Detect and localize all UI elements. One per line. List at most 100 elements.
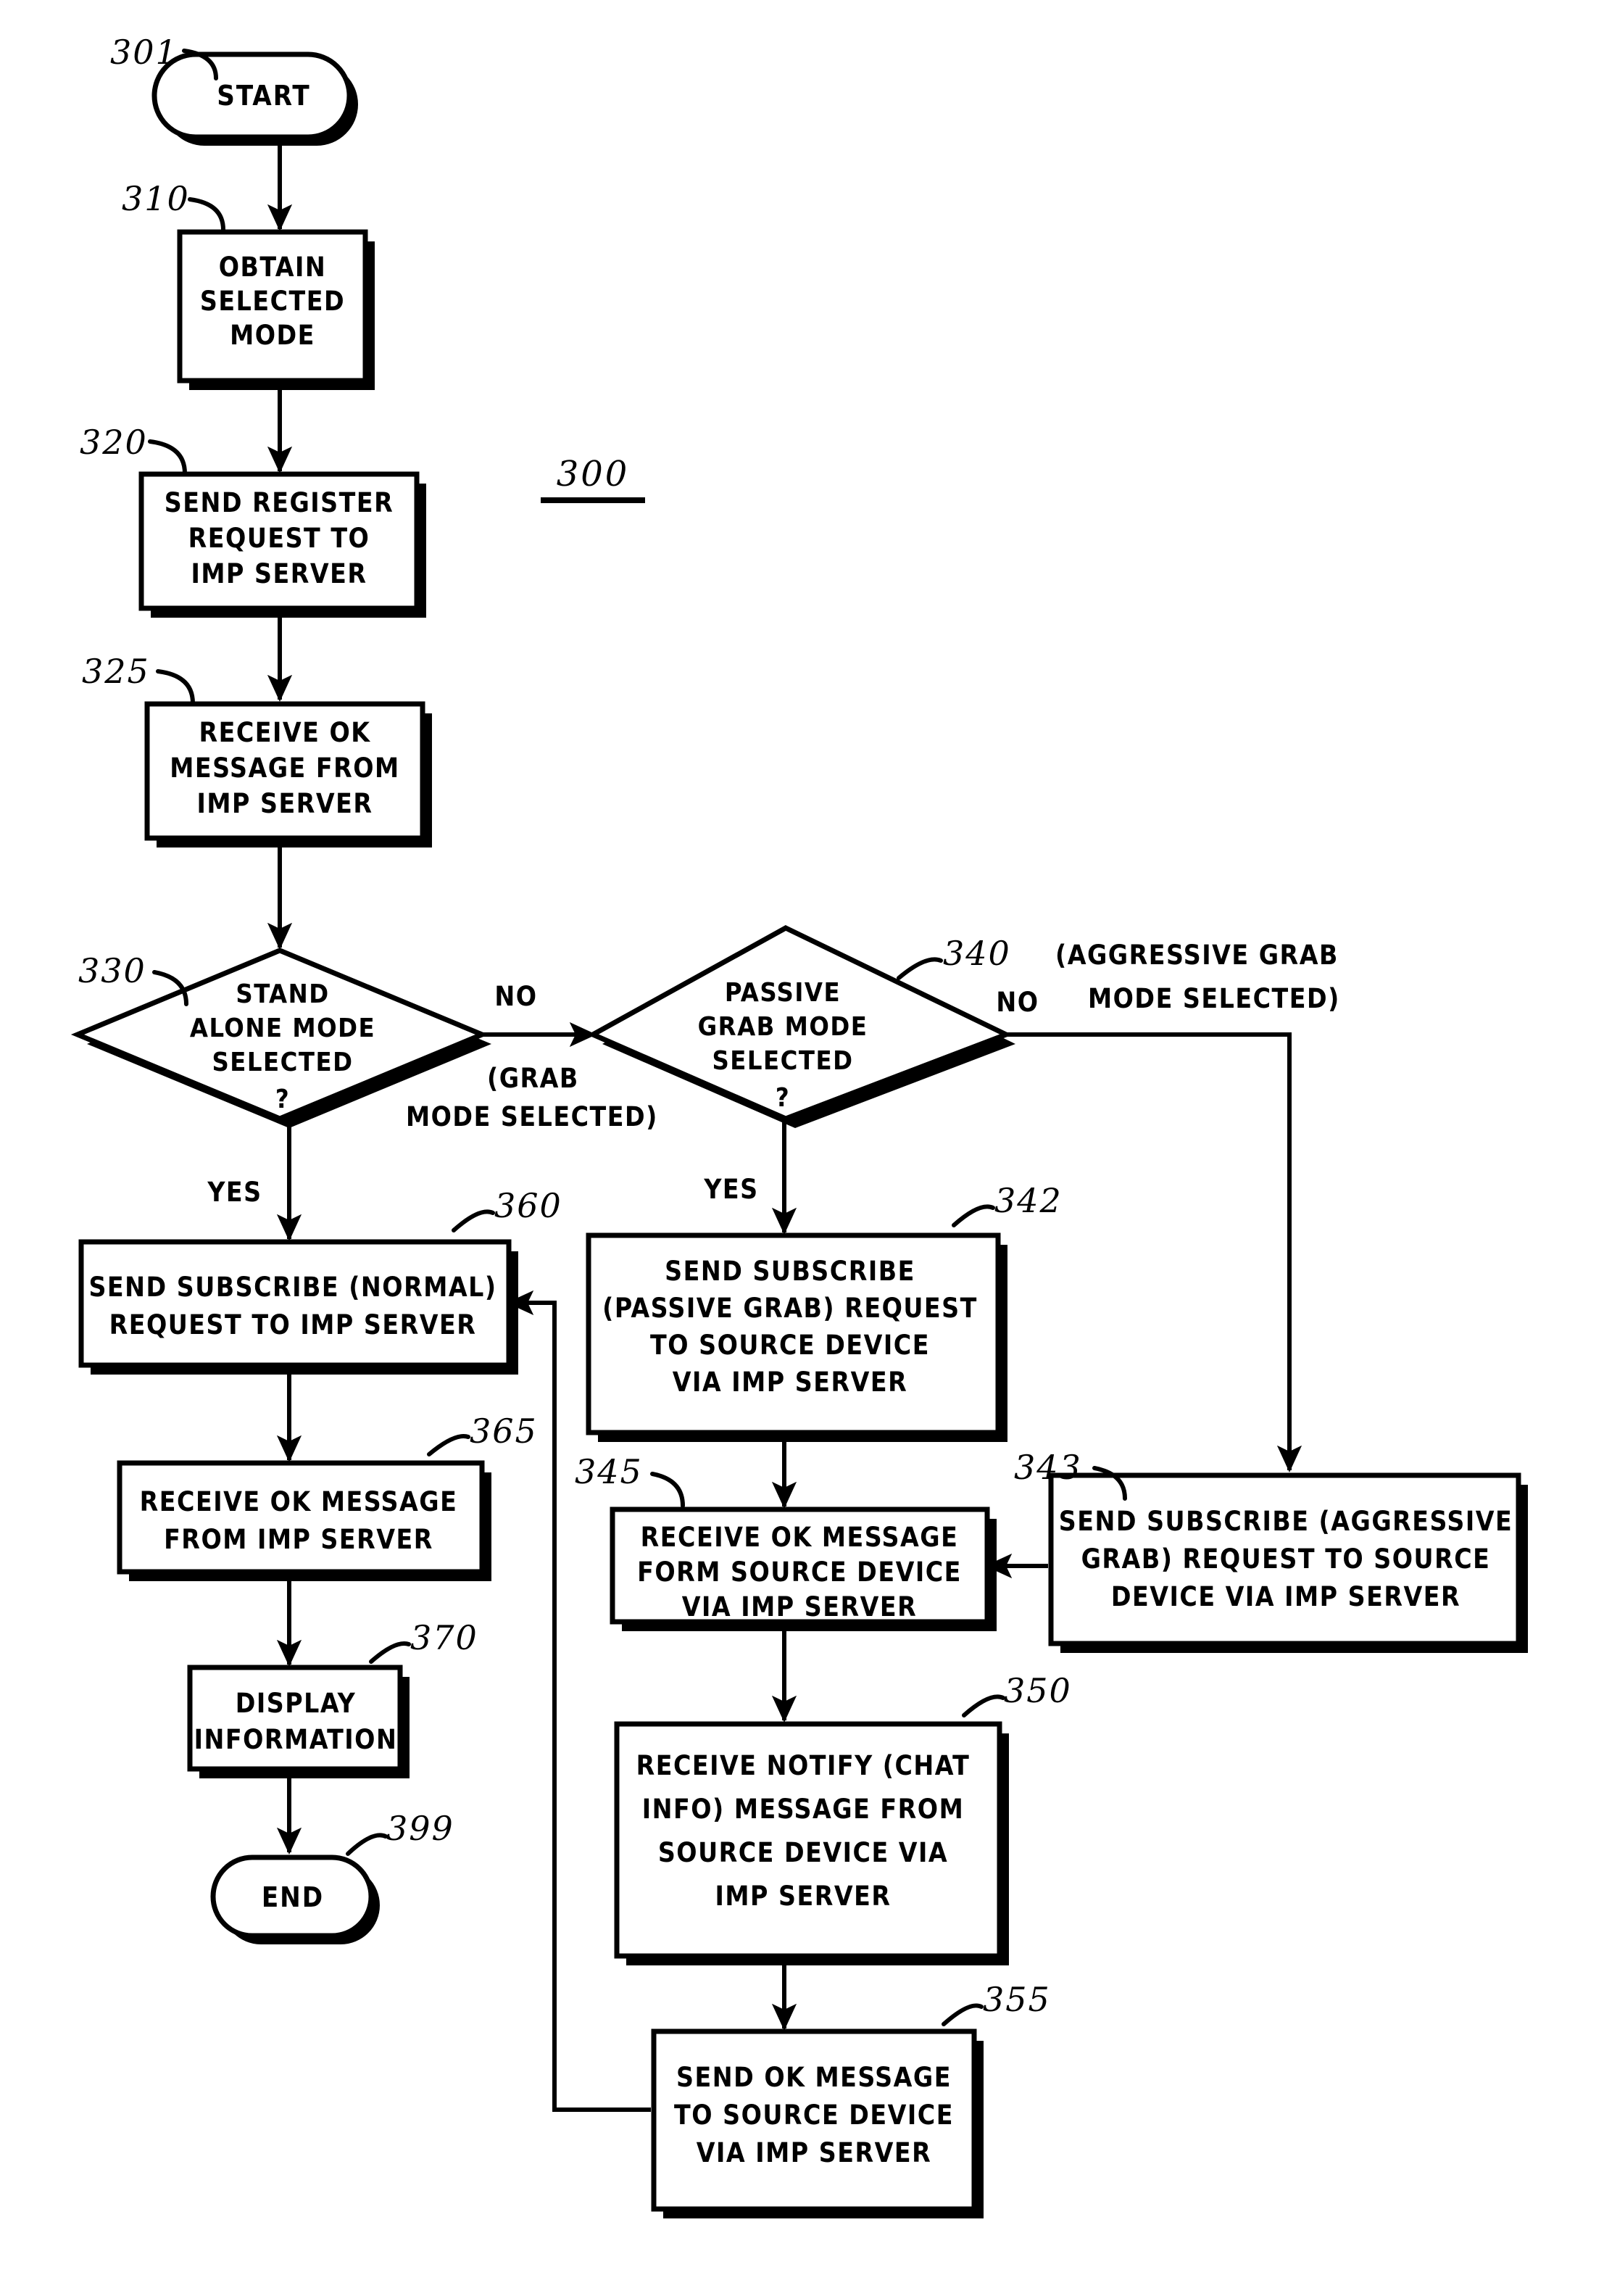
ref-number: 342 xyxy=(994,1181,1063,1220)
node-body-fill xyxy=(120,1463,482,1572)
ref-number: 370 xyxy=(410,1618,478,1657)
node-label-line: REQUEST TO IMP SERVER xyxy=(109,1309,477,1340)
node-label-line: ? xyxy=(275,1085,290,1114)
figure-number-text: 300 xyxy=(557,454,630,494)
node-label-line: GRAB MODE xyxy=(698,1012,868,1042)
leader-line xyxy=(346,1833,388,1856)
node-label-line: END xyxy=(262,1881,324,1913)
ref-number: 343 xyxy=(1014,1448,1082,1487)
node-process-360[interactable]: SEND SUBSCRIBE (NORMAL) REQUEST TO IMP S… xyxy=(78,1239,518,1375)
node-label-line: SELECTED xyxy=(712,1046,853,1076)
leader-line xyxy=(452,1209,495,1232)
node-process-370[interactable]: DISPLAY INFORMATION xyxy=(187,1665,410,1778)
ref-number: 330 xyxy=(78,951,146,990)
node-label-line: REQUEST TO xyxy=(188,523,370,554)
node-label-line: INFORMATION xyxy=(194,1724,398,1755)
ref-number: 310 xyxy=(122,179,190,218)
node-process-320[interactable]: SEND REGISTER REQUEST TO IMP SERVER xyxy=(138,471,426,618)
ref-callout-370: 370 xyxy=(369,1618,478,1664)
node-label-line: ALONE MODE xyxy=(190,1014,375,1043)
ref-number: 355 xyxy=(983,1980,1051,2019)
node-label-line: SEND SUBSCRIBE (NORMAL) xyxy=(88,1272,496,1303)
flowchart-sheet: START 301 OBTAIN SELECTED MODE 310 SEND … xyxy=(0,0,1604,2296)
leader-line xyxy=(942,2003,984,2026)
node-label-line: VIA IMP SERVER xyxy=(673,1367,907,1398)
node-label-line: TO SOURCE DEVICE xyxy=(674,2100,954,2131)
node-body-fill xyxy=(81,1242,509,1365)
ref-number: 360 xyxy=(494,1186,562,1225)
node-label-line: SEND SUBSCRIBE xyxy=(665,1256,915,1287)
node-process-345[interactable]: RECEIVE OK MESSAGE FORM SOURCE DEVICE VI… xyxy=(610,1507,997,1631)
node-label-line: MESSAGE FROM xyxy=(170,753,399,784)
node-end-399[interactable]: END xyxy=(210,1854,380,1944)
node-label-line: INFO) MESSAGE FROM xyxy=(642,1794,964,1825)
ref-number: 301 xyxy=(110,33,178,72)
node-label-line: SOURCE DEVICE VIA xyxy=(658,1837,948,1868)
node-process-350[interactable]: RECEIVE NOTIFY (CHAT INFO) MESSAGE FROM … xyxy=(614,1721,1009,1965)
node-label-line: OBTAIN xyxy=(219,252,327,283)
ref-number: 325 xyxy=(82,652,150,691)
node-label-line: (PASSIVE GRAB) REQUEST xyxy=(602,1293,978,1324)
node-label-line: RECEIVE OK xyxy=(199,717,370,748)
node-label-line: GRAB) REQUEST TO SOURCE xyxy=(1081,1543,1491,1575)
node-label-line: IMP SERVER xyxy=(197,788,373,819)
ref-callout-320: 320 xyxy=(80,423,187,476)
figure-number: 300 xyxy=(541,454,645,503)
ref-callout-325: 325 xyxy=(82,652,195,705)
node-process-310[interactable]: OBTAIN SELECTED MODE xyxy=(177,229,375,390)
node-label-line: IMP SERVER xyxy=(715,1881,892,1912)
node-label-line: SELECTED xyxy=(212,1048,353,1077)
node-label-line: VIA IMP SERVER xyxy=(682,1591,917,1622)
ref-callout-310: 310 xyxy=(122,179,225,232)
node-start-301[interactable]: START xyxy=(151,51,358,146)
node-label-line: VIA IMP SERVER xyxy=(697,2137,931,2168)
ref-callout-340: 340 xyxy=(897,934,1011,980)
ref-number: 320 xyxy=(80,423,148,462)
node-process-355[interactable]: SEND OK MESSAGE TO SOURCE DEVICE VIA IMP… xyxy=(651,2028,984,2218)
edge-label-340-no: NO xyxy=(996,987,1039,1018)
edge-label-340-no-note-2: MODE SELECTED) xyxy=(1088,983,1340,1014)
node-label-line: STAND xyxy=(236,979,329,1009)
node-label-line: DISPLAY xyxy=(236,1688,356,1719)
ref-number: 350 xyxy=(1004,1671,1072,1710)
ref-number: 365 xyxy=(470,1412,538,1451)
node-label-line: SELECTED xyxy=(200,286,345,317)
ref-number: 340 xyxy=(943,934,1011,973)
leader-line xyxy=(650,1472,685,1508)
ref-callout-399: 399 xyxy=(346,1809,454,1856)
node-process-343[interactable]: SEND SUBSCRIBE (AGGRESSIVE GRAB) REQUEST… xyxy=(1048,1472,1528,1653)
ref-callout-365: 365 xyxy=(427,1412,538,1456)
leader-line xyxy=(369,1641,411,1664)
leader-line xyxy=(952,1204,995,1227)
node-label-line: RECEIVE OK MESSAGE xyxy=(140,1486,458,1517)
edge-label-340-no-note-1: (AGGRESSIVE GRAB xyxy=(1055,940,1339,971)
node-label-line: FORM SOURCE DEVICE xyxy=(637,1557,962,1588)
node-label-line: FROM IMP SERVER xyxy=(164,1524,433,1555)
node-process-365[interactable]: RECEIVE OK MESSAGE FROM IMP SERVER xyxy=(117,1460,491,1581)
node-label-line: DEVICE VIA IMP SERVER xyxy=(1111,1581,1460,1612)
ref-number: 399 xyxy=(386,1809,454,1848)
edge-label-330-no-note-1: (GRAB xyxy=(487,1063,579,1094)
node-label-line: START xyxy=(217,80,310,112)
leader-line xyxy=(897,957,943,980)
edge-label-330-no-note-2: MODE SELECTED) xyxy=(406,1101,658,1132)
leader-line xyxy=(188,197,225,232)
edge-label-330-no: NO xyxy=(494,981,537,1012)
node-process-342[interactable]: SEND SUBSCRIBE (PASSIVE GRAB) REQUEST TO… xyxy=(586,1232,1007,1442)
leader-line xyxy=(427,1434,470,1456)
ref-callout-360: 360 xyxy=(452,1186,562,1232)
node-process-325[interactable]: RECEIVE OK MESSAGE FROM IMP SERVER xyxy=(144,701,432,847)
leader-line xyxy=(962,1694,1005,1717)
connector-340-no-to-343 xyxy=(1006,1032,1302,1472)
node-label-line: RECEIVE OK MESSAGE xyxy=(641,1522,959,1553)
ref-callout-342: 342 xyxy=(952,1181,1063,1227)
node-label-line: ? xyxy=(776,1083,790,1113)
node-label-line: TO SOURCE DEVICE xyxy=(650,1330,930,1361)
edge-label-340-yes: YES xyxy=(703,1174,758,1205)
ref-callout-355: 355 xyxy=(942,1980,1051,2026)
ref-callout-350: 350 xyxy=(962,1671,1072,1717)
edge-label-330-yes: YES xyxy=(207,1177,262,1208)
ref-callout-345: 345 xyxy=(575,1452,685,1508)
node-label-line: IMP SERVER xyxy=(191,558,367,589)
node-label-line: SEND REGISTER xyxy=(165,487,394,518)
